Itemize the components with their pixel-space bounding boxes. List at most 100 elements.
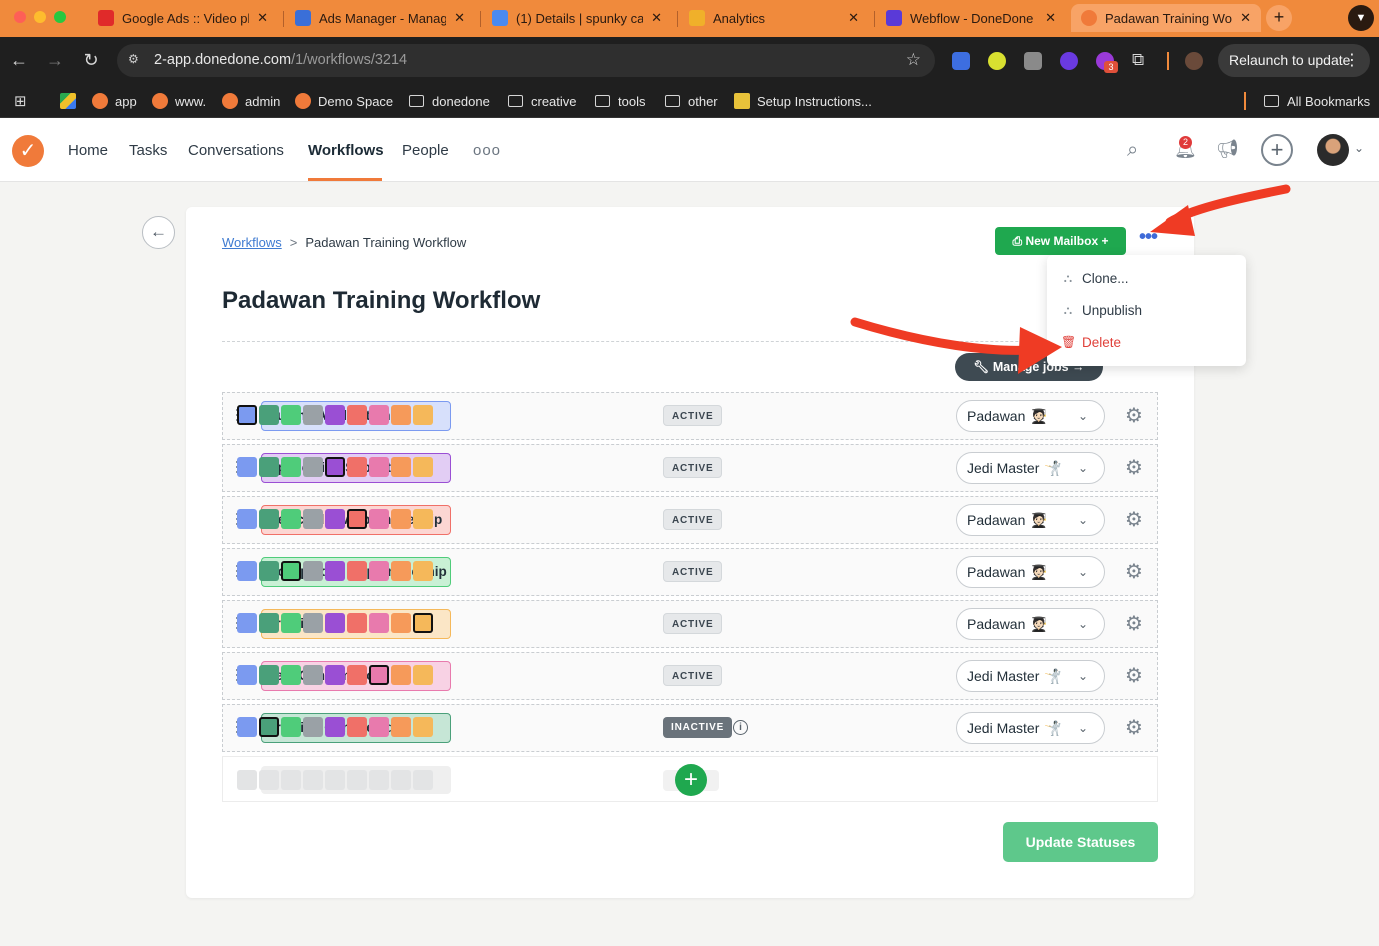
color-swatch[interactable] [237, 770, 257, 790]
color-swatch[interactable] [391, 561, 411, 581]
nav-people[interactable]: People [402, 142, 449, 159]
browser-tab-details[interactable]: (1) Details | spunky ca ✕ [482, 4, 672, 32]
color-swatch[interactable] [413, 561, 433, 581]
new-tab-button[interactable]: + [1266, 5, 1292, 31]
color-swatch[interactable] [237, 561, 257, 581]
color-swatch[interactable] [303, 665, 323, 685]
color-swatch[interactable] [259, 770, 279, 790]
color-swatch[interactable] [369, 405, 389, 425]
color-swatch[interactable] [259, 717, 279, 737]
reload-icon[interactable]: ↻ [80, 49, 102, 71]
search-icon[interactable]: ⌕ [1127, 139, 1138, 162]
color-swatch[interactable] [303, 457, 323, 477]
gear-icon[interactable]: ⚙ [1125, 716, 1143, 740]
color-swatch[interactable] [325, 509, 345, 529]
color-swatch[interactable] [391, 665, 411, 685]
update-statuses-button[interactable]: Update Statuses [1003, 822, 1158, 862]
color-swatch[interactable] [259, 561, 279, 581]
color-swatch[interactable] [369, 665, 389, 685]
color-swatch[interactable] [369, 613, 389, 633]
avatar[interactable] [1317, 134, 1349, 166]
color-swatch[interactable] [325, 561, 345, 581]
chevron-down-icon[interactable]: ⌄ [1354, 141, 1364, 155]
color-swatch[interactable] [281, 457, 301, 477]
breadcrumb-workflows-link[interactable]: Workflows [222, 235, 282, 250]
color-swatch[interactable] [413, 717, 433, 737]
color-swatch[interactable] [281, 717, 301, 737]
browser-tab-padawan[interactable]: Padawan Training Wor ✕ [1071, 4, 1261, 32]
nav-tasks[interactable]: Tasks [129, 142, 167, 159]
color-swatch[interactable] [237, 717, 257, 737]
gear-icon[interactable]: ⚙ [1125, 560, 1143, 584]
role-select[interactable]: Jedi Master 🤺 ⌄ [956, 712, 1105, 744]
apps-grid-icon[interactable]: ⊞ [14, 90, 27, 112]
menu-item-delete[interactable]: 🗑︎ Delete [1061, 332, 1121, 352]
back-arrow-icon[interactable]: ← [8, 49, 30, 71]
color-swatch[interactable] [303, 561, 323, 581]
extension-icon[interactable] [1060, 52, 1078, 70]
address-bar[interactable]: ⚙ 2-app.donedone.com/1/workflows/3214 ☆ [117, 44, 935, 77]
color-swatch[interactable] [303, 613, 323, 633]
color-swatch[interactable] [413, 457, 433, 477]
color-swatch[interactable] [369, 561, 389, 581]
menu-item-unpublish[interactable]: ⛬ Unpublish [1061, 300, 1142, 320]
bookmark-setup-instructions[interactable]: Setup Instructions... [734, 90, 872, 112]
role-select[interactable]: Padawan 🧑🏻‍🎓 ⌄ [956, 608, 1105, 640]
color-swatch[interactable] [369, 770, 389, 790]
status-badge[interactable]: ACTIVE [663, 561, 723, 582]
site-settings-icon[interactable]: ⚙ [128, 52, 144, 68]
color-swatch[interactable] [369, 509, 389, 529]
status-badge[interactable]: ACTIVE [663, 613, 723, 634]
megaphone-icon[interactable]: 📢︎ [1216, 139, 1239, 160]
color-swatch[interactable] [347, 770, 367, 790]
color-swatch[interactable] [347, 457, 367, 477]
color-swatch[interactable] [347, 717, 367, 737]
color-swatch[interactable] [237, 457, 257, 477]
color-swatch[interactable] [281, 770, 301, 790]
color-swatch[interactable] [347, 405, 367, 425]
color-swatch[interactable] [303, 509, 323, 529]
window-minimize-button[interactable] [34, 11, 46, 23]
browser-tab-webflow[interactable]: Webflow - DoneDone ✕ [876, 4, 1066, 32]
role-select[interactable]: Padawan 🧑🏻‍🎓 ⌄ [956, 504, 1105, 536]
bookmark-app[interactable]: app [92, 90, 137, 112]
close-icon[interactable]: ✕ [651, 10, 662, 26]
color-swatch[interactable] [369, 457, 389, 477]
gear-icon[interactable]: ⚙ [1125, 508, 1143, 532]
gear-icon[interactable]: ⚙ [1125, 664, 1143, 688]
bookmark-www[interactable]: www. [152, 90, 206, 112]
browser-tab-google-ads[interactable]: Google Ads :: Video pl ✕ [88, 4, 278, 32]
status-badge[interactable]: ACTIVE [663, 457, 723, 478]
more-options-icon[interactable]: ••• [1136, 227, 1160, 253]
color-swatch[interactable] [303, 770, 323, 790]
extension-icon[interactable] [1024, 52, 1042, 70]
nav-more-icon[interactable]: ooo [473, 142, 501, 159]
new-mailbox-button[interactable]: ⎙ New Mailbox + [995, 227, 1126, 255]
close-icon[interactable]: ✕ [454, 10, 465, 26]
bookmark-star-icon[interactable]: ☆ [906, 50, 921, 70]
bookmark-admin[interactable]: admin [222, 90, 280, 112]
window-close-button[interactable] [14, 11, 26, 23]
browser-menu-icon[interactable]: ⋮ [1344, 44, 1360, 77]
nav-workflows[interactable]: Workflows [308, 142, 384, 159]
color-swatch[interactable] [325, 770, 345, 790]
color-swatch[interactable] [391, 770, 411, 790]
profile-avatar-icon[interactable] [1185, 52, 1203, 70]
gear-icon[interactable]: ⚙ [1125, 456, 1143, 480]
extension-icon[interactable] [988, 52, 1006, 70]
bookmark-folder-donedone[interactable]: donedone [409, 90, 490, 112]
color-swatch[interactable] [347, 613, 367, 633]
color-swatch[interactable] [413, 665, 433, 685]
role-select[interactable]: Jedi Master 🤺 ⌄ [956, 660, 1105, 692]
extension-icon[interactable] [952, 52, 970, 70]
window-zoom-button[interactable] [54, 11, 66, 23]
status-badge[interactable]: ACTIVE [663, 665, 723, 686]
color-swatch[interactable] [413, 509, 433, 529]
drive-icon[interactable] [60, 90, 76, 112]
color-swatch[interactable] [237, 405, 257, 425]
browser-tab-ads-manager[interactable]: Ads Manager - Manag ✕ [285, 4, 475, 32]
color-swatch[interactable] [325, 613, 345, 633]
color-swatch[interactable] [347, 561, 367, 581]
gear-icon[interactable]: ⚙ [1125, 404, 1143, 428]
color-swatch[interactable] [259, 613, 279, 633]
